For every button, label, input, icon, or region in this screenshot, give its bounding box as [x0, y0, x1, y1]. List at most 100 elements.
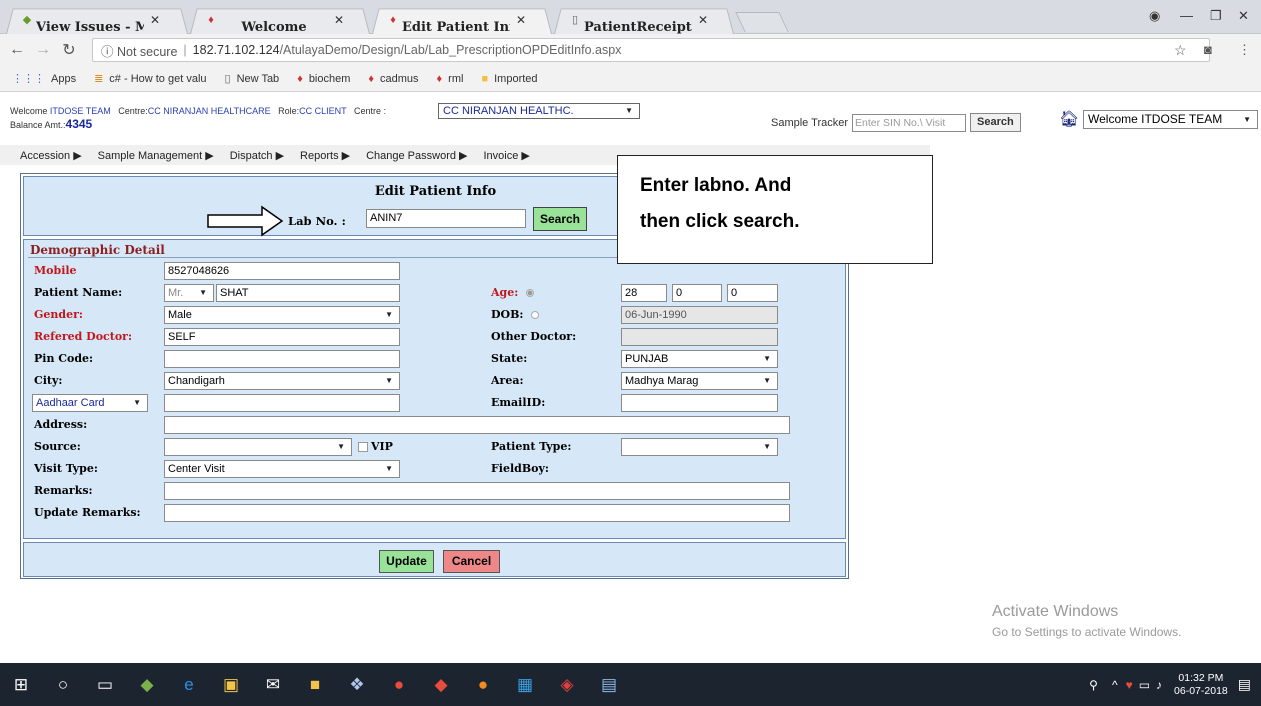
window-close-icon[interactable]: ✕	[1238, 8, 1249, 24]
page-icon: ▯	[224, 73, 231, 85]
mantis-app-icon[interactable]: ◆	[126, 663, 168, 706]
age-months-input[interactable]: 0	[672, 284, 722, 302]
bookmark-stackoverflow[interactable]: ≣ c# - How to get valu	[94, 72, 206, 86]
sin-placeholder: Enter SIN No.\ Visit	[855, 116, 946, 129]
bookmark-star-icon[interactable]: ☆	[1174, 42, 1187, 59]
visit-type-value: Center Visit	[168, 463, 225, 475]
minimize-icon[interactable]: —	[1180, 8, 1193, 23]
remarks-input[interactable]	[164, 482, 790, 500]
patient-type-label: Patient Type:	[491, 440, 572, 453]
menu-accession[interactable]: Accession ▶	[20, 149, 82, 162]
labno-input[interactable]: ANIN7	[366, 209, 526, 228]
mobile-input[interactable]: 8527048626	[164, 262, 400, 280]
edge-icon[interactable]: e	[168, 663, 210, 706]
menu-change-password[interactable]: Change Password ▶	[366, 149, 467, 162]
bookmark-cadmus[interactable]: ♦ cadmus	[368, 73, 418, 85]
age-radio[interactable]	[526, 289, 535, 297]
bookmark-apps[interactable]: ⋮⋮⋮ Apps	[12, 72, 76, 86]
area-select[interactable]: Madhya Marag	[621, 372, 778, 390]
menu-dispatch[interactable]: Dispatch ▶	[230, 149, 284, 162]
restore-icon[interactable]: ❐	[1210, 8, 1222, 24]
sin-input[interactable]: Enter SIN No.\ Visit	[852, 113, 967, 132]
city-select[interactable]: Chandigarh	[164, 372, 400, 390]
task-view-icon[interactable]: ▭	[84, 663, 126, 706]
email-input[interactable]	[621, 394, 778, 412]
network-icon[interactable]: ▭	[1139, 678, 1150, 692]
close-icon[interactable]: ✕	[698, 13, 708, 27]
labno-search-button[interactable]: Search	[533, 207, 587, 231]
centre-select[interactable]: CC NIRANJAN HEALTHC.	[438, 103, 640, 119]
home-icon[interactable]: 🏠︎	[1059, 109, 1079, 129]
app-icon[interactable]: ❖	[336, 663, 378, 706]
source-select[interactable]	[164, 438, 352, 456]
word-icon[interactable]: ▤	[588, 663, 630, 706]
url-path: /AtulayaDemo/Design/Lab/Lab_Prescription…	[279, 43, 622, 57]
age-days-input[interactable]: 0	[727, 284, 778, 302]
update-remarks-input[interactable]	[164, 504, 790, 522]
other-doctor-input[interactable]	[621, 328, 778, 346]
patient-type-select[interactable]	[621, 438, 778, 456]
tab-mantis[interactable]: ◆ View Issues - MantisBT ✕	[6, 6, 188, 35]
source-label: Source:	[34, 440, 81, 453]
anydesk-icon[interactable]: ◈	[546, 663, 588, 706]
welcome-select[interactable]: Welcome ITDOSE TEAM	[1083, 110, 1258, 129]
store-icon[interactable]: ▣	[210, 663, 252, 706]
profile-icon[interactable]: ◉	[1149, 8, 1160, 24]
row-source: Source: VIP Patient Type:	[24, 436, 847, 458]
gender-select[interactable]: Male	[164, 306, 400, 324]
antivirus-icon[interactable]: ♥	[1126, 678, 1133, 692]
volume-icon[interactable]: ♪	[1156, 678, 1162, 692]
notifications-icon[interactable]: ▤	[1238, 676, 1251, 693]
bookmark-rml[interactable]: ♦ rml	[437, 73, 464, 85]
refered-doctor-input[interactable]: SELF	[164, 328, 400, 346]
mail-icon[interactable]: ✉	[252, 663, 294, 706]
title-select[interactable]: Mr.	[164, 284, 214, 302]
chrome-icon[interactable]: ●	[378, 663, 420, 706]
app-icon[interactable]: ▦	[504, 663, 546, 706]
app-icon[interactable]: ◆	[420, 663, 462, 706]
clock[interactable]: 01:32 PM 06-07-2018	[1174, 672, 1228, 698]
bookmark-imported[interactable]: ■ Imported	[481, 73, 537, 85]
reload-icon[interactable]: ↻	[56, 40, 82, 60]
tab-welcome[interactable]: ♦ Welcome ✕	[190, 6, 370, 35]
title-value: Mr.	[168, 287, 184, 299]
camera-icon[interactable]: ◙	[1204, 42, 1212, 57]
bookmark-newtab[interactable]: ▯ New Tab	[224, 72, 280, 86]
folder-icon: ■	[481, 72, 489, 85]
windows-start-icon[interactable]: ⊞	[0, 663, 42, 706]
menu-reports[interactable]: Reports ▶	[300, 149, 350, 162]
url-field[interactable]: ⓘ Not secure | 182.71.102.124/AtulayaDemo…	[92, 38, 1210, 62]
tracker-search-button[interactable]: Search	[970, 113, 1021, 132]
address-input[interactable]	[164, 416, 790, 434]
cancel-button[interactable]: Cancel	[443, 550, 500, 573]
menu-sample-management[interactable]: Sample Management ▶	[98, 149, 214, 162]
menu-dots-icon[interactable]: ⋮	[1238, 42, 1251, 58]
people-icon[interactable]: ⚲	[1089, 678, 1098, 692]
tab-patient-receipt[interactable]: ▯ PatientReceipt.aspx ✕	[554, 6, 734, 35]
bookmark-biochem[interactable]: ♦ biochem	[297, 73, 350, 85]
back-icon[interactable]: ←	[4, 41, 30, 59]
forward-icon[interactable]: →	[30, 41, 56, 59]
id-number-input[interactable]	[164, 394, 400, 412]
age-years-input[interactable]: 28	[621, 284, 667, 302]
state-label: State:	[491, 352, 528, 365]
new-tab-button[interactable]	[735, 12, 789, 32]
menu-invoice[interactable]: Invoice ▶	[484, 149, 530, 162]
update-button[interactable]: Update	[379, 550, 434, 573]
state-select[interactable]: PUNJAB	[621, 350, 778, 368]
file-explorer-icon[interactable]: ■	[294, 663, 336, 706]
dob-radio[interactable]	[531, 311, 540, 319]
patient-name-input[interactable]: SHAT	[216, 284, 400, 302]
close-icon[interactable]: ✕	[516, 13, 526, 27]
dob-input[interactable]: 06-Jun-1990	[621, 306, 778, 324]
firefox-icon[interactable]: ●	[462, 663, 504, 706]
close-icon[interactable]: ✕	[334, 13, 344, 27]
tab-edit-patient-info[interactable]: ♦ Edit Patient Info ✕	[372, 6, 552, 35]
id-type-select[interactable]: Aadhaar Card	[32, 394, 148, 412]
search-icon[interactable]: ○	[42, 663, 84, 706]
vip-checkbox[interactable]	[358, 442, 368, 452]
close-icon[interactable]: ✕	[150, 13, 160, 27]
pin-code-input[interactable]	[164, 350, 400, 368]
chevron-up-icon[interactable]: ^	[1112, 678, 1118, 692]
visit-type-select[interactable]: Center Visit	[164, 460, 400, 478]
